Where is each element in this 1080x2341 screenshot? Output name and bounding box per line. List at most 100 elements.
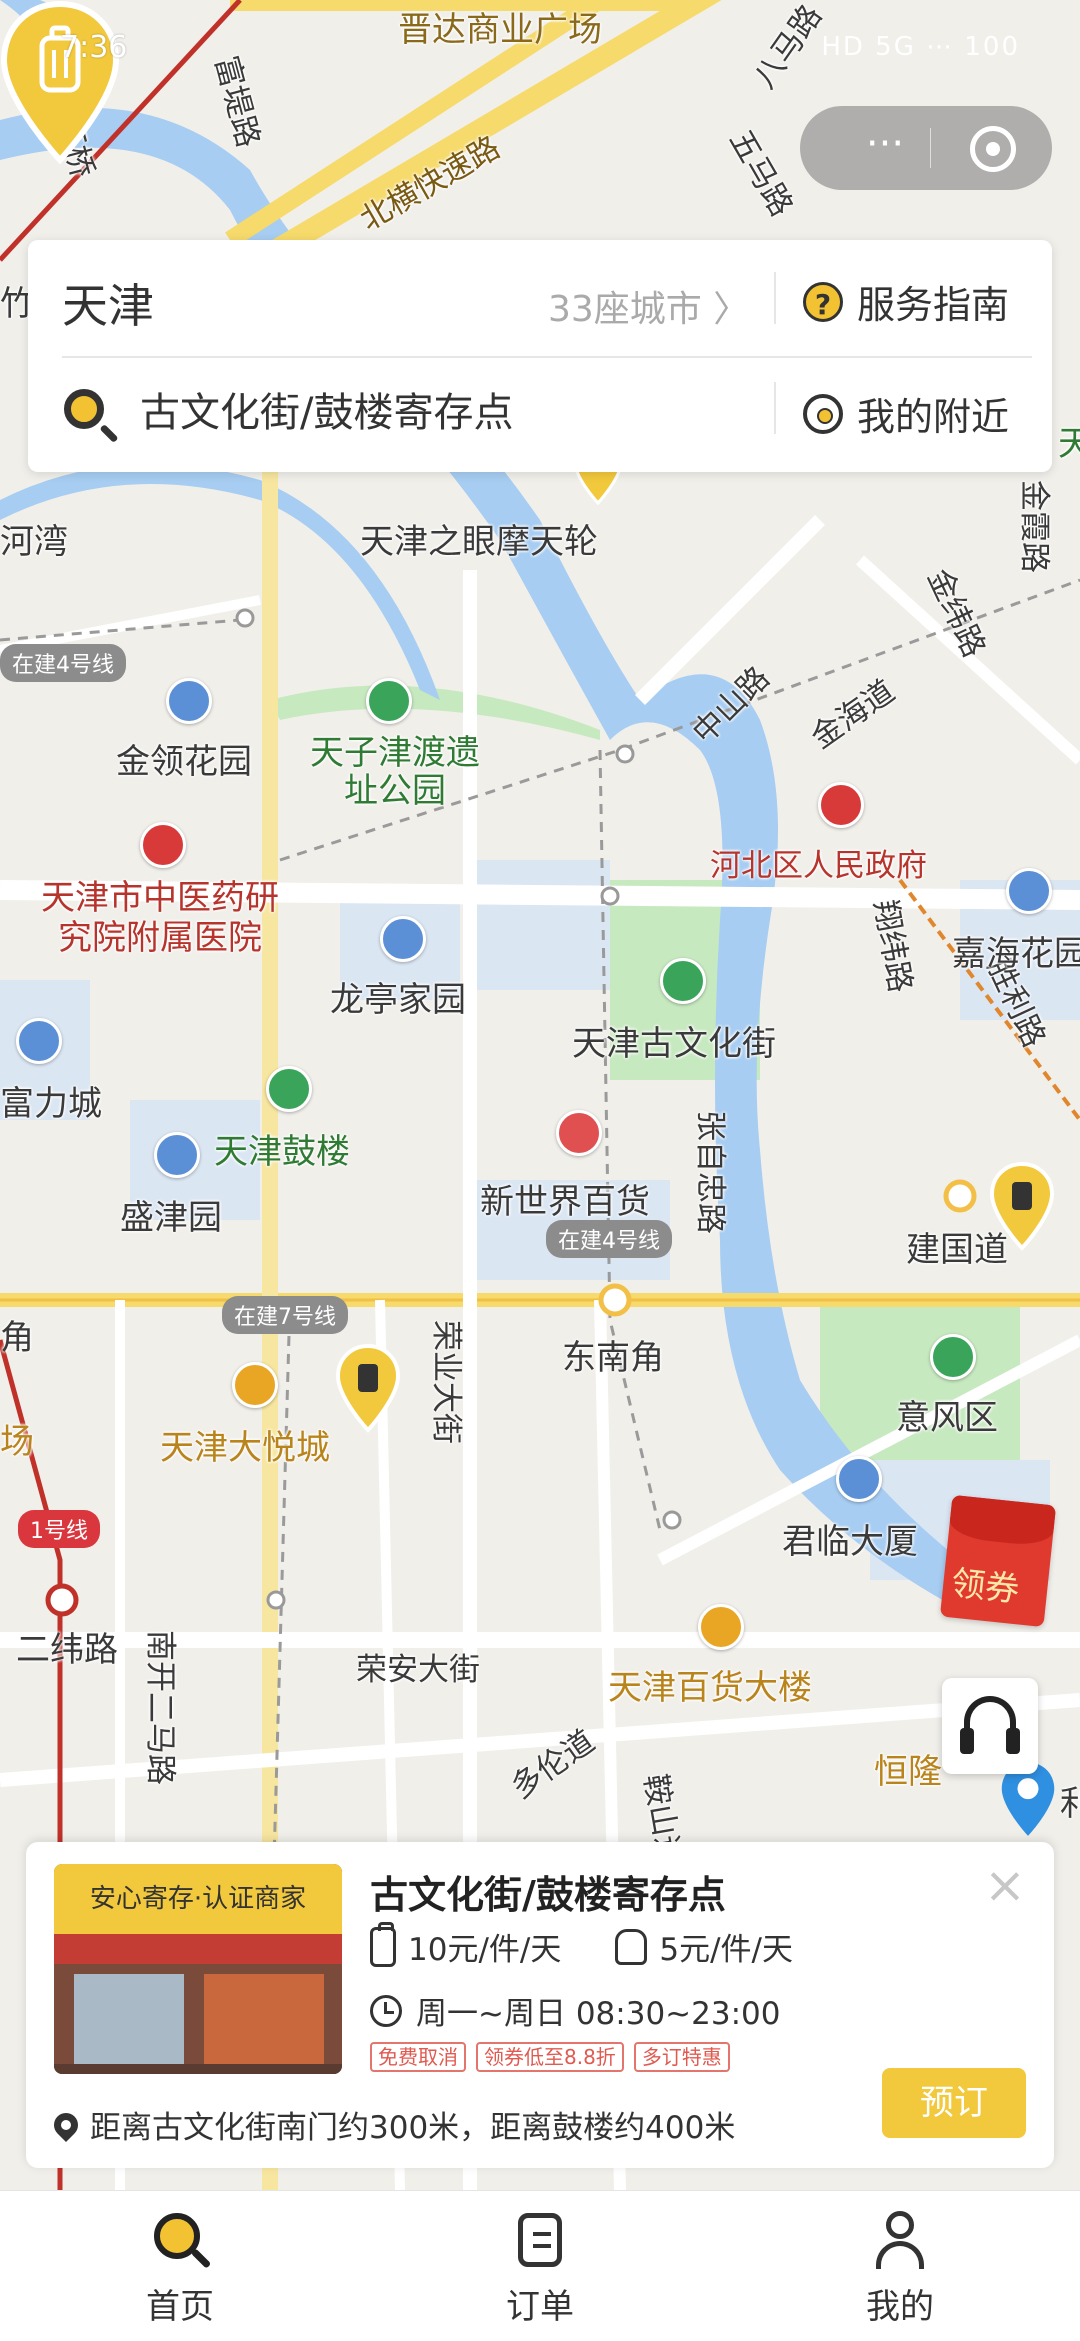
promo-tag: 领券低至8.8折: [476, 2042, 624, 2072]
residential-poi-icon[interactable]: [380, 916, 426, 962]
photo-detail: [74, 1974, 184, 2074]
map-place: 天津百货大楼: [608, 1668, 812, 1708]
nearby-button[interactable]: 我的附近: [803, 386, 1009, 441]
book-button[interactable]: 预订: [882, 2068, 1026, 2138]
store-name: 古文化街/鼓楼寄存点: [370, 1873, 726, 1917]
residential-poi-icon[interactable]: [16, 1018, 62, 1064]
map-place: 天: [1058, 424, 1080, 464]
divider: [62, 356, 1032, 358]
photo-detail: [54, 2064, 342, 2074]
map-place: 龙亭家园: [330, 980, 466, 1020]
park-poi-icon[interactable]: [366, 678, 412, 724]
map-place: 君临大厦: [782, 1522, 918, 1562]
city-name[interactable]: 天津: [62, 270, 154, 336]
store-card[interactable]: 安心寄存·认证商家 古文化街/鼓楼寄存点 × 10元/件/天 5元/件/天 周一…: [26, 1842, 1054, 2168]
price-row: 10元/件/天 5元/件/天: [370, 1921, 793, 1969]
miniprogram-capsule: ···: [800, 106, 1052, 190]
address-row: 距离古文化街南门约300米，距离鼓楼约400米: [49, 2102, 736, 2147]
map-place: 天津古文化街: [572, 1024, 776, 1064]
map-label: 晋达商业广场: [398, 10, 602, 50]
search-input[interactable]: 古文化街/鼓楼寄存点: [64, 380, 513, 438]
tab-label: 订单: [506, 2287, 574, 2327]
mall-poi-icon[interactable]: [232, 1362, 278, 1408]
metro-tag: 1号线: [18, 1510, 100, 1548]
map-label: 荣安大街: [356, 1652, 480, 1688]
tab-bar: 首页 订单 我的: [0, 2190, 1080, 2341]
map-label: 二纬路: [16, 1630, 118, 1670]
map-label: 金霞路: [1016, 480, 1052, 573]
scenic-poi-icon[interactable]: [660, 958, 706, 1004]
residential-poi-icon[interactable]: [154, 1132, 200, 1178]
city-count-link[interactable]: 33座城市 〉: [548, 280, 749, 332]
hours-row: 周一~周日 08:30~23:00: [370, 1988, 780, 2033]
mall-poi-icon[interactable]: [698, 1604, 744, 1650]
bag-price: 5元/件/天: [659, 1932, 793, 1968]
close-card-button[interactable]: ×: [984, 1856, 1026, 1914]
suitcase-price: 10元/件/天: [408, 1932, 562, 1968]
home-search-icon: [150, 2211, 212, 2271]
status-indicators: HD 5G ⋯ 100: [821, 32, 1020, 62]
storage-pin-icon[interactable]: [336, 1344, 400, 1434]
coupon-button[interactable]: 领券: [939, 1494, 1057, 1628]
mall-poi-icon[interactable]: [556, 1110, 602, 1156]
promo-tag: 多订特惠: [633, 2042, 730, 2072]
promo-tag: 免费取消: [370, 2042, 466, 2072]
service-guide-button[interactable]: ? 服务指南: [803, 274, 1009, 329]
tab-home[interactable]: 首页: [80, 2211, 280, 2328]
map-label: 河北区人民政府: [710, 848, 927, 884]
headset-icon: [1006, 1728, 1020, 1754]
map-place: 天津鼓楼: [214, 1132, 350, 1172]
building-poi-icon[interactable]: [836, 1456, 882, 1502]
certified-badge: 安心寄存·认证商家: [54, 1864, 342, 1934]
question-icon: ?: [803, 281, 843, 322]
map-place: 意风区: [896, 1398, 998, 1438]
profile-icon: [870, 2211, 930, 2271]
close-miniprogram-icon[interactable]: [970, 126, 1016, 172]
storage-pin-icon[interactable]: [990, 1162, 1054, 1252]
photo-detail: [54, 1934, 342, 1964]
coupon-label: 领券: [949, 1563, 1022, 1611]
map-place: 天津之眼摩天轮: [360, 522, 598, 562]
customer-service-button[interactable]: [942, 1678, 1038, 1774]
address-text: 距离古文化街南门约300米，距离鼓楼约400米: [90, 2110, 736, 2146]
photo-detail: [204, 1974, 324, 2074]
divider: [774, 272, 776, 324]
locate-icon: [803, 393, 843, 434]
store-photo[interactable]: 安心寄存·认证商家: [54, 1864, 342, 2074]
government-poi-icon[interactable]: [818, 782, 864, 828]
tab-label: 我的: [866, 2287, 934, 2327]
map-place: 富力城: [0, 1084, 102, 1124]
map-place: 嘉海花园: [952, 934, 1080, 974]
map-place: 天津市中医药研究院附属医院: [41, 878, 279, 958]
residential-poi-icon[interactable]: [166, 678, 212, 724]
service-guide-label: 服务指南: [857, 283, 1010, 327]
map-place: 天津大悦城: [160, 1428, 330, 1468]
tab-orders[interactable]: 订单: [440, 2211, 640, 2328]
capsule-divider: [930, 128, 931, 168]
map-place: 利: [1060, 1784, 1080, 1824]
selected-storage-pin-icon[interactable]: [0, 0, 120, 168]
map-label: 荣业大街: [428, 1320, 464, 1444]
map-label: 张自忠路: [692, 1110, 728, 1234]
metro-tag: 在建4号线: [546, 1220, 672, 1258]
tab-profile[interactable]: 我的: [800, 2211, 1000, 2328]
residential-poi-icon[interactable]: [1006, 868, 1052, 914]
search-icon: [64, 389, 104, 429]
map-label: 南开二马路: [142, 1630, 178, 1785]
park-poi-icon[interactable]: [930, 1334, 976, 1380]
scenic-poi-icon[interactable]: [266, 1066, 312, 1112]
map-place: 盛津园: [120, 1198, 222, 1238]
status-time: 7:36: [60, 30, 128, 65]
location-icon: [49, 2107, 83, 2142]
metro-tag: 在建7号线: [222, 1296, 348, 1334]
map-place: 东南角: [562, 1338, 664, 1378]
map-place: 恒隆: [874, 1752, 942, 1792]
map-place: 场: [0, 1422, 34, 1462]
backpack-icon: [615, 1928, 648, 1965]
map-place: 天子津渡遗址公园: [310, 733, 480, 811]
more-button[interactable]: ···: [830, 124, 940, 170]
promo-tags: 免费取消 领券低至8.8折 多订特惠: [370, 2042, 730, 2072]
hospital-poi-icon[interactable]: [140, 822, 186, 868]
map-place: 新世界百货: [480, 1182, 650, 1222]
headset-icon: [960, 1728, 974, 1754]
